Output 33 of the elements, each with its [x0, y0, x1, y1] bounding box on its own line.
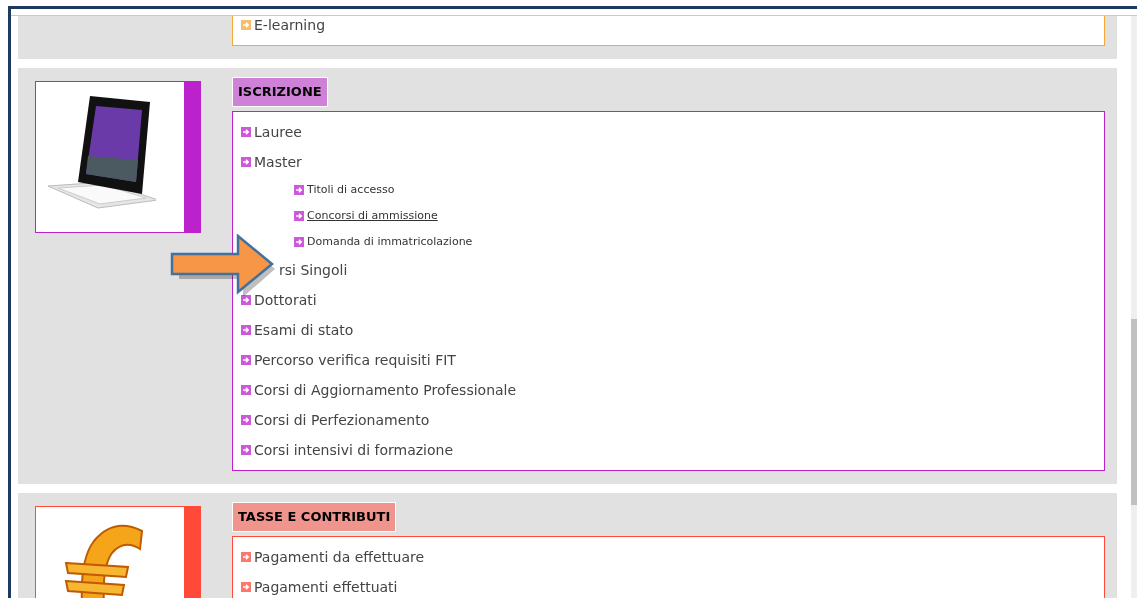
arrow-icon [241, 20, 251, 30]
menu-link[interactable]: rsi Singoli [279, 259, 348, 281]
arrow-icon [241, 127, 251, 137]
arrow-icon [241, 157, 251, 167]
menu-link[interactable]: Lauree [254, 121, 302, 143]
menu-link[interactable]: Corsi di Perfezionamento [254, 409, 430, 431]
menu-link[interactable]: Corsi intensivi di formazione [254, 439, 453, 461]
arrow-icon [241, 385, 251, 395]
menu-link[interactable]: Dottorati [254, 289, 317, 311]
menu-link[interactable]: Esami di stato [254, 319, 354, 341]
arrow-icon [241, 552, 251, 562]
menu-link[interactable]: Master [254, 151, 302, 173]
arrow-icon [294, 211, 304, 221]
arrow-icon [241, 355, 251, 365]
scrollbar[interactable] [1131, 16, 1137, 598]
menu-link[interactable]: E-learning [254, 16, 325, 36]
arrow-icon [294, 185, 304, 195]
menu-link[interactable]: Percorso verifica requisiti FIT [254, 349, 456, 371]
arrow-icon [241, 582, 251, 592]
scrollbar-thumb[interactable] [1131, 319, 1137, 505]
arrow-icon [241, 325, 251, 335]
submenu-link[interactable]: Concorsi di ammissione [307, 207, 438, 225]
menu-link[interactable]: Pagamenti da effettuare [254, 546, 425, 568]
submenu-link[interactable]: Domanda di immatricolazione [307, 233, 473, 251]
section-heading: TASSE E CONTRIBUTI [232, 502, 397, 532]
menu-link[interactable]: Corsi di Aggiornamento Professionale [254, 379, 517, 401]
section-heading: ISCRIZIONE [232, 77, 328, 107]
arrow-icon [241, 295, 251, 305]
submenu-link[interactable]: Titoli di accesso [307, 181, 395, 199]
arrow-icon [241, 415, 251, 425]
menu-link[interactable]: Pagamenti effettuati [254, 576, 398, 598]
arrow-icon [241, 445, 251, 455]
arrow-icon [294, 237, 304, 247]
